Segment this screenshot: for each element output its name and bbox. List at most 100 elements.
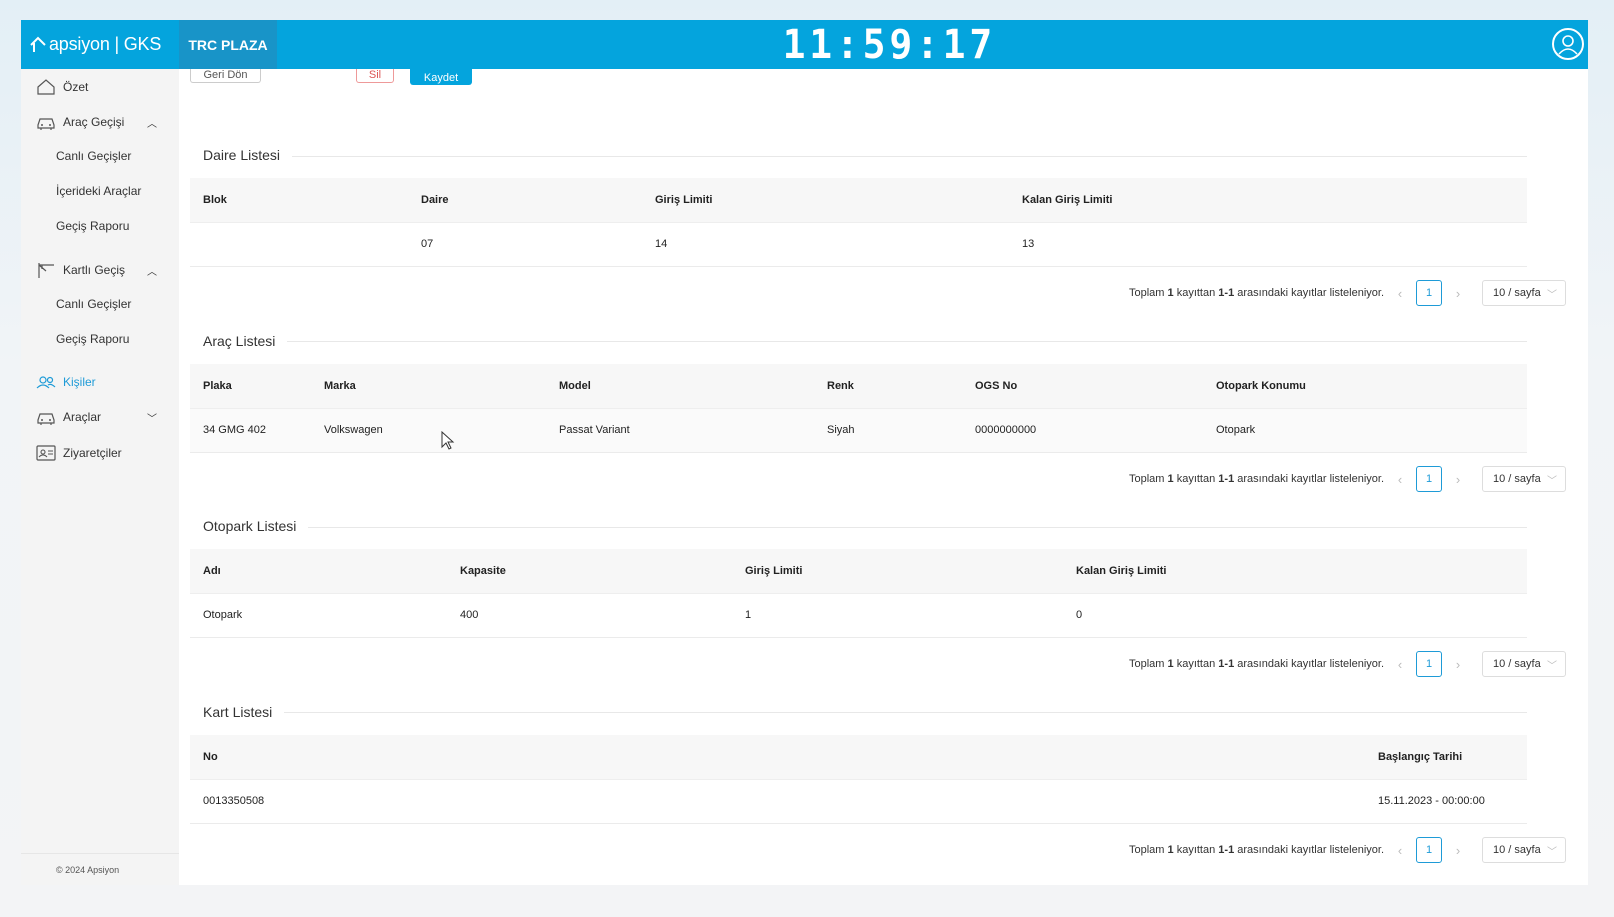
pagination: Toplam 1 kayıttan 1-1 arasındaki kayıtla… — [1129, 466, 1566, 492]
pagination-summary: Toplam 1 kayıttan 1-1 arasındaki kayıtla… — [1128, 844, 1384, 856]
column-header[interactable]: No — [190, 735, 1365, 780]
sidebar-item-kartli-gecis[interactable]: Kartlı Geçiş ︿ — [21, 253, 179, 287]
table-header-row: Adı Kapasite Giriş Limiti Kalan Giriş Li… — [190, 549, 1527, 594]
sidebar-item-kisiler[interactable]: Kişiler — [21, 365, 179, 399]
page-number-button[interactable]: 1 — [1416, 280, 1442, 306]
column-header[interactable]: Adı — [190, 549, 447, 594]
column-header[interactable]: Giriş Limiti — [732, 549, 1063, 594]
sidebar-item-kartli-gecis-raporu[interactable]: Geçiş Raporu — [21, 322, 179, 356]
prev-page-icon[interactable]: ‹ — [1396, 657, 1404, 672]
column-header[interactable]: Plaka — [190, 364, 311, 409]
table-cell: Siyah — [814, 408, 962, 453]
sidebar-item-ziyaretciler[interactable]: Ziyaretçiler — [21, 436, 179, 470]
page-size-select[interactable]: 10 / sayfa ﹀ — [1482, 466, 1566, 492]
kartli-gecis-submenu: Canlı Geçişler Geçiş Raporu — [21, 287, 179, 358]
arac-listesi-title: Araç Listesi — [203, 333, 288, 349]
save-button[interactable]: Kaydet — [410, 69, 472, 85]
sidebar-item-label: Kişiler — [63, 375, 96, 389]
delete-button[interactable]: Sil — [356, 69, 394, 83]
sidebar-item-label: Kartlı Geçiş — [63, 263, 126, 277]
copyright-text: © 2024 Apsiyon — [56, 864, 120, 875]
chevron-up-icon: ︿ — [147, 267, 157, 278]
column-header[interactable]: Daire — [408, 178, 642, 223]
sidebar-item-canli-gecisler[interactable]: Canlı Geçişler — [21, 139, 179, 173]
user-avatar-icon[interactable] — [1552, 28, 1584, 60]
visitor-card-icon — [36, 445, 56, 461]
top-header: apsiyon | GKS TRC PLAZA 11:59:17 — [21, 20, 1588, 69]
chevron-down-icon: ﹀ — [1547, 661, 1557, 672]
sidebar-item-arac-gecisi[interactable]: Araç Geçişi ︿ — [21, 105, 179, 139]
chevron-down-icon: ﹀ — [147, 414, 157, 425]
column-header[interactable]: Marka — [311, 364, 546, 409]
table-header-row: Plaka Marka Model Renk OGS No Otopark Ko… — [190, 364, 1527, 409]
page-size-select[interactable]: 10 / sayfa ﹀ — [1482, 837, 1566, 863]
prev-page-icon[interactable]: ‹ — [1396, 472, 1404, 487]
barrier-icon — [38, 263, 54, 278]
daire-table: Blok Daire Giriş Limiti Kalan Giriş Limi… — [190, 178, 1527, 267]
pagination-summary: Toplam 1 kayıttan 1-1 arasındaki kayıtla… — [1128, 287, 1384, 299]
table-cell: 0013350508 — [190, 779, 1365, 824]
column-header[interactable]: Kalan Giriş Limiti — [1009, 178, 1527, 223]
next-page-icon[interactable]: › — [1454, 843, 1462, 858]
pagination: Toplam 1 kayıttan 1-1 arasındaki kayıtla… — [1129, 837, 1566, 863]
column-header[interactable]: Blok — [190, 178, 408, 223]
table-cell — [190, 222, 408, 267]
column-header[interactable]: Otopark Konumu — [1203, 364, 1527, 409]
table-cell: 07 — [408, 222, 642, 267]
apsiyon-logo[interactable]: apsiyon | GKS — [29, 20, 161, 69]
next-page-icon[interactable]: › — [1454, 286, 1462, 301]
pagination: Toplam 1 kayıttan 1-1 arasındaki kayıtla… — [1129, 280, 1566, 306]
column-header[interactable]: Kapasite — [447, 549, 732, 594]
column-header[interactable]: Renk — [814, 364, 962, 409]
project-name[interactable]: TRC PLAZA — [179, 20, 277, 69]
table-cell: Otopark — [190, 593, 447, 638]
home-roof-icon — [30, 36, 46, 52]
kart-listesi-title: Kart Listesi — [203, 704, 285, 720]
pagination: Toplam 1 kayıttan 1-1 arasındaki kayıtla… — [1129, 651, 1566, 677]
table-cell: Otopark — [1203, 408, 1527, 453]
column-header[interactable]: Başlangıç Tarihi — [1365, 735, 1527, 780]
column-header[interactable]: Model — [546, 364, 814, 409]
car-icon — [37, 118, 55, 130]
table-cell: 0000000000 — [962, 408, 1203, 453]
table-row[interactable]: Otopark 400 1 0 — [190, 593, 1527, 638]
table-cell: 15.11.2023 - 00:00:00 — [1365, 779, 1527, 824]
chevron-up-icon: ︿ — [147, 119, 157, 130]
sidebar-footer: © 2024 Apsiyon — [21, 853, 179, 885]
table-cell: 14 — [642, 222, 1009, 267]
people-icon — [36, 376, 56, 389]
table-cell: 13 — [1009, 222, 1527, 267]
sidebar-item-ozet[interactable]: Özet — [21, 70, 179, 104]
table-row[interactable]: 07 14 13 — [190, 222, 1527, 267]
page-number-button[interactable]: 1 — [1416, 466, 1442, 492]
sidebar-item-icerideki-araclar[interactable]: İçerideki Araçlar — [21, 174, 179, 208]
sidebar-item-gecis-raporu[interactable]: Geçiş Raporu — [21, 209, 179, 243]
page-number-button[interactable]: 1 — [1416, 837, 1442, 863]
column-header[interactable]: OGS No — [962, 364, 1203, 409]
table-cell: Volkswagen — [311, 408, 546, 453]
column-header[interactable]: Giriş Limiti — [642, 178, 1009, 223]
sidebar-item-label: Araçlar — [63, 410, 102, 424]
back-button[interactable]: Geri Dön — [190, 69, 261, 83]
sidebar-item-araclar[interactable]: Araçlar ﹀ — [21, 400, 179, 434]
section-divider — [203, 156, 1527, 157]
prev-page-icon[interactable]: ‹ — [1396, 843, 1404, 858]
page-size-select[interactable]: 10 / sayfa ﹀ — [1482, 651, 1566, 677]
table-row[interactable]: 34 GMG 402 Volkswagen Passat Variant Siy… — [190, 408, 1527, 453]
table-cell: 400 — [447, 593, 732, 638]
sidebar-item-label: Araç Geçişi — [63, 115, 125, 129]
arac-table: Plaka Marka Model Renk OGS No Otopark Ko… — [190, 364, 1527, 453]
table-row[interactable]: 0013350508 15.11.2023 - 00:00:00 — [190, 779, 1527, 824]
page-size-select[interactable]: 10 / sayfa ﹀ — [1482, 280, 1566, 306]
column-header[interactable]: Kalan Giriş Limiti — [1063, 549, 1527, 594]
next-page-icon[interactable]: › — [1454, 657, 1462, 672]
page-number-button[interactable]: 1 — [1416, 651, 1442, 677]
table-header-row: Blok Daire Giriş Limiti Kalan Giriş Limi… — [190, 178, 1527, 223]
home-icon — [37, 79, 55, 95]
otopark-table: Adı Kapasite Giriş Limiti Kalan Giriş Li… — [190, 549, 1527, 638]
sidebar-item-kartli-canli-gecisler[interactable]: Canlı Geçişler — [21, 287, 179, 321]
main-content: Geri Dön Sil Kaydet Daire Listesi Blok D… — [179, 69, 1588, 885]
next-page-icon[interactable]: › — [1454, 472, 1462, 487]
table-header-row: No Başlangıç Tarihi — [190, 735, 1527, 780]
prev-page-icon[interactable]: ‹ — [1396, 286, 1404, 301]
